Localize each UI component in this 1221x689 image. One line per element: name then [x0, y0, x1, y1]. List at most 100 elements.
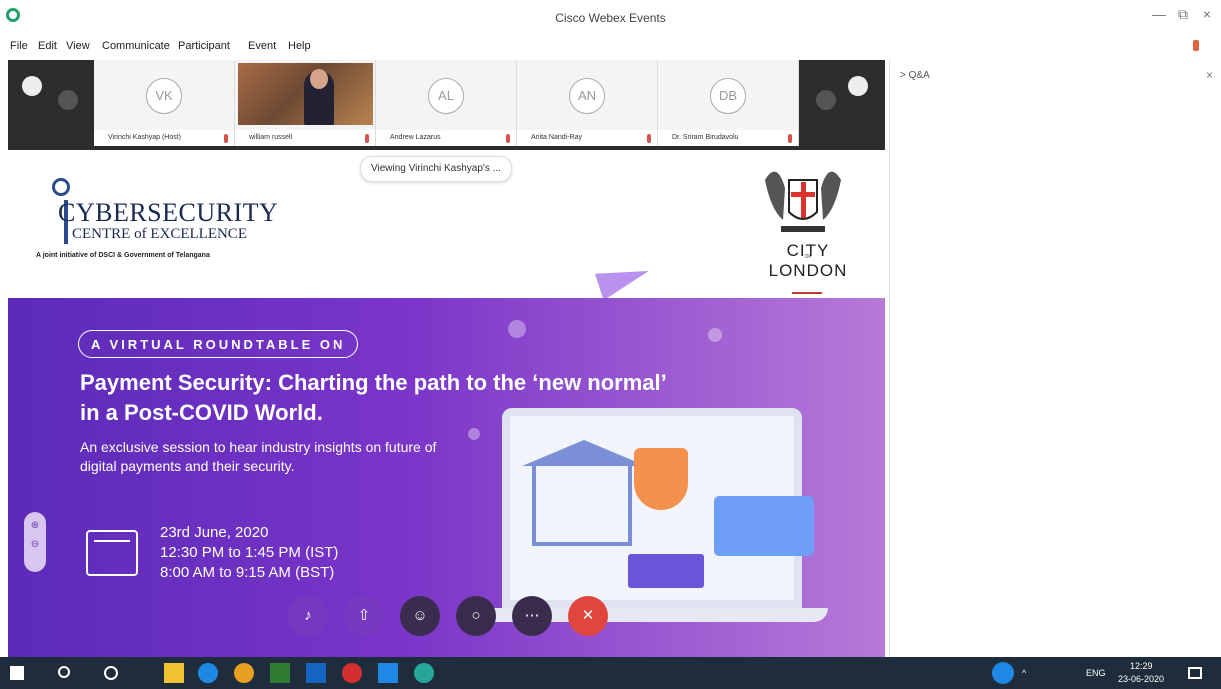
roundtable-pill: A VIRTUAL ROUNDTABLE ON	[78, 330, 359, 358]
mic-status-icon	[1193, 40, 1199, 51]
menu-participant[interactable]: Participant	[178, 40, 230, 52]
mail-icon[interactable]	[378, 663, 398, 683]
bank-icon	[522, 440, 646, 546]
chat-button[interactable]: ○	[456, 596, 496, 636]
more-icon: ⋯	[524, 607, 540, 624]
zoom-control[interactable]: ⊕ ⊖	[24, 512, 46, 572]
city-of-label: OF	[804, 254, 812, 260]
file-explorer-icon[interactable]	[270, 663, 290, 683]
credit-card-icon	[714, 496, 814, 556]
language-indicator[interactable]: ENG	[1086, 668, 1106, 678]
participant-tile[interactable]: william russell	[235, 60, 376, 146]
participant-strip: VK Virinchi Kashyap (Host) william russe…	[8, 60, 885, 150]
participant-video	[238, 63, 373, 125]
coin-icon	[468, 428, 480, 440]
scroll-right-icon[interactable]	[816, 90, 836, 110]
event-date: 23rd June, 2020	[160, 524, 269, 541]
participant-tile[interactable]: DB Dr. Sriram Birudavolu	[658, 60, 799, 146]
close-icon: ✕	[581, 607, 595, 624]
dollar-coin-icon	[508, 320, 526, 338]
microphone-icon: ♪	[304, 607, 312, 624]
more-button[interactable]: ⋯	[512, 596, 552, 636]
participant-tile[interactable]: AN Anita Nandi-Ray	[517, 60, 658, 146]
id-card-icon	[628, 554, 704, 588]
clock-time[interactable]: 12:29	[1130, 661, 1153, 671]
menu-bar: File Edit View Communicate Participant E…	[0, 36, 1221, 58]
qa-close-button[interactable]: ×	[1206, 68, 1213, 82]
person-head	[310, 69, 328, 89]
help-icon[interactable]	[992, 662, 1014, 684]
layout-icon[interactable]	[848, 76, 868, 96]
participant-name: Virinchi Kashyap (Host)	[94, 130, 234, 146]
coe-title: CYBERSECURITY	[58, 198, 279, 227]
coe-tagline: A joint initiative of DSCI & Government …	[36, 252, 210, 259]
menu-edit[interactable]: Edit	[38, 40, 57, 52]
participant-tile[interactable]: AL Andrew Lazarus	[376, 60, 517, 146]
qa-panel: > Q&A ×	[889, 60, 1221, 657]
slide-body: A VIRTUAL ROUNDTABLE ON Payment Security…	[8, 298, 885, 657]
leave-button[interactable]: ✕	[568, 596, 608, 636]
slide-header: Viewing Virinchi Kashyap's ... CYBERSECU…	[8, 150, 885, 301]
window-title: Cisco Webex Events	[555, 11, 666, 25]
coe-subtitle: CENTRE of EXCELLENCE	[72, 226, 247, 242]
participants-icon: ☺	[412, 607, 428, 624]
participant-tile[interactable]: VK Virinchi Kashyap (Host)	[94, 60, 235, 146]
minimize-button[interactable]: —	[1148, 6, 1170, 22]
participant-name: william russell	[235, 130, 375, 146]
mute-button[interactable]: ♪	[288, 596, 328, 636]
shared-slide: Viewing Virinchi Kashyap's ... CYBERSECU…	[8, 150, 885, 657]
zoom-out-icon[interactable]: ⊖	[24, 539, 46, 550]
menu-file[interactable]: File	[10, 40, 28, 52]
menu-communicate[interactable]: Communicate	[102, 40, 170, 52]
event-time-bst: 8:00 AM to 9:15 AM (BST)	[160, 564, 335, 581]
share-button[interactable]: ⇧	[344, 596, 384, 636]
tray-arrow-icon[interactable]: ^	[1022, 668, 1026, 678]
menu-event[interactable]: Event	[248, 40, 276, 52]
store-icon[interactable]	[164, 663, 184, 683]
settings-icon[interactable]	[22, 76, 42, 96]
task-view-icon[interactable]	[104, 666, 118, 680]
viewing-indicator[interactable]: Viewing Virinchi Kashyap's ...	[360, 156, 512, 182]
menu-help[interactable]: Help	[288, 40, 311, 52]
participant-name: Dr. Sriram Birudavolu	[658, 130, 798, 146]
windows-start-icon[interactable]	[10, 666, 24, 680]
zoom-in-icon[interactable]: ⊕	[24, 520, 46, 531]
coin-icon	[708, 328, 722, 342]
internet-explorer-icon[interactable]	[306, 663, 326, 683]
windows-taskbar: ^ ENG 12:29 23-06-2020	[0, 657, 1221, 689]
meeting-stage: VK Virinchi Kashyap (Host) william russe…	[8, 60, 885, 657]
avatar: AN	[569, 78, 605, 114]
notifications-icon[interactable]	[1188, 667, 1202, 679]
city-of-london-crest-icon	[765, 171, 841, 232]
title-bar: Cisco Webex Events — ⧉ ×	[0, 0, 1221, 36]
shield-icon	[634, 448, 688, 510]
scroll-left-icon[interactable]	[58, 90, 78, 110]
chat-icon: ○	[471, 607, 481, 624]
paper-plane-icon	[594, 257, 654, 301]
restore-button[interactable]: ⧉	[1172, 6, 1194, 23]
menu-view[interactable]: View	[66, 40, 90, 52]
search-icon[interactable]	[58, 666, 70, 678]
muted-mic-icon	[224, 134, 228, 143]
muted-mic-icon	[506, 134, 510, 143]
city-underline	[792, 292, 822, 294]
muted-mic-icon	[788, 134, 792, 143]
qa-header[interactable]: > Q&A	[900, 70, 930, 81]
chrome-icon[interactable]	[234, 663, 254, 683]
avatar: VK	[146, 78, 182, 114]
webex-taskbar-icon[interactable]	[414, 663, 434, 683]
muted-mic-icon	[647, 134, 651, 143]
calendar-clock-icon	[86, 530, 138, 576]
city-name-line2: LONDON	[768, 261, 848, 280]
participant-name: Anita Nandi-Ray	[517, 130, 657, 146]
session-description: An exclusive session to hear industry in…	[80, 439, 437, 474]
participants-button[interactable]: ☺	[400, 596, 440, 636]
clock-date[interactable]: 23-06-2020	[1118, 674, 1164, 684]
edge-icon[interactable]	[198, 663, 218, 683]
event-time-ist: 12:30 PM to 1:45 PM (IST)	[160, 544, 339, 561]
share-icon: ⇧	[357, 607, 371, 624]
coe-logo-icon	[52, 178, 70, 196]
close-window-button[interactable]: ×	[1196, 6, 1218, 22]
opera-icon[interactable]	[342, 663, 362, 683]
avatar: AL	[428, 78, 464, 114]
